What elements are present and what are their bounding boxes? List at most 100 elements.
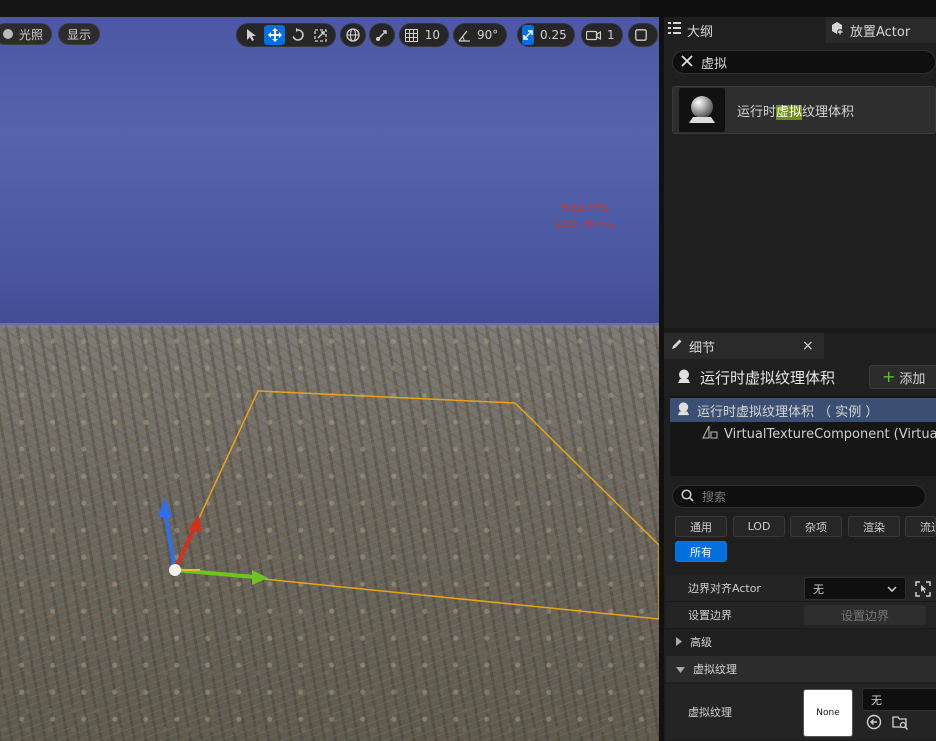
details-search-input[interactable]: 搜索 [672,485,926,508]
filter-rendering[interactable]: 渲染 [848,516,900,537]
filter-all[interactable]: 所有 [675,541,727,562]
level-viewport[interactable]: 光照 显示 10 90° 0.25 1 6.63 FPS 150.76 ms [0,17,659,741]
browse-asset-icon[interactable] [892,714,909,733]
virtual-texture-component-icon [702,425,718,443]
actor-sphere-icon [676,368,692,388]
move-icon[interactable] [264,25,285,45]
filter-rendering-label: 渲染 [863,520,885,534]
surface-snap-toggle[interactable] [369,23,395,47]
select-icon[interactable] [241,25,262,45]
tab-details[interactable]: 细节 × [664,333,824,359]
result-prefix: 运行时 [737,104,777,120]
angle-icon [458,25,471,45]
chevron-right-icon [676,636,682,649]
component-row-instance[interactable]: 运行时虚拟纹理体积 （ 实例 ） [670,398,936,422]
search-icon [681,488,694,505]
filter-all-label: 所有 [690,545,712,559]
virtual-texture-prop-label: 虚拟纹理 [688,706,732,719]
close-details-icon[interactable]: × [802,338,814,354]
filter-general[interactable]: 通用 [675,516,727,537]
maximize-viewport-button[interactable] [628,23,658,47]
instance-actor-icon [676,401,691,420]
pencil-icon [670,338,683,355]
maximize-icon [630,25,652,45]
bounds-align-dropdown[interactable]: 无 [804,577,906,600]
set-bounds-button[interactable]: 设置边界 [804,605,926,625]
advanced-label: 高级 [690,636,712,649]
outliner-result-item[interactable]: 运行时虚拟纹理体积 [672,86,936,134]
selected-actor-header: 运行时虚拟纹理体积 [676,367,835,388]
details-search-placeholder: 搜索 [702,490,727,504]
camera-speed-group[interactable]: 1 [581,23,623,47]
filter-misc-label: 杂项 [805,520,827,534]
grid-icon [404,25,419,45]
virtual-texture-thumbnail-label: None [816,708,840,718]
chevron-down-icon [887,582,897,595]
set-bounds-button-label: 设置边界 [840,608,889,623]
filter-lod[interactable]: LOD [733,516,785,537]
outliner-search-input[interactable]: 虚拟 [672,50,936,74]
virtual-texture-section-label: 虚拟纹理 [693,663,737,676]
volume-bounds-outline [173,390,659,620]
show-menu-button[interactable]: 显示 [58,23,101,45]
filter-general-label: 通用 [690,520,712,534]
rotate-icon[interactable] [287,25,308,45]
scale-snap-group[interactable]: 0.25 [517,23,575,47]
filter-misc[interactable]: 杂项 [790,516,842,537]
filter-lod-label: LOD [747,520,771,533]
bounds-align-label: 边界对齐Actor [688,582,761,595]
result-highlight: 虚拟 [776,104,803,120]
details-tab-label: 细节 [689,340,716,356]
transform-tools [236,23,336,47]
tab-place-actor[interactable]: 放置Actor [826,17,936,43]
frame-time-value: 150.76 ms [555,217,615,230]
camera-icon [586,25,601,45]
plus-icon: + [882,367,896,386]
window-top-strip [0,0,936,17]
pick-actor-icon[interactable] [912,578,934,600]
grid-snap-value: 10 [424,28,440,42]
tab-outliner[interactable]: 大纲 [668,17,713,43]
set-bounds-label: 设置边界 [688,609,732,622]
sphere-actor-icon [679,88,725,132]
globe-icon [342,25,364,45]
add-component-button[interactable]: + 添加 [869,365,936,389]
use-selected-icon[interactable] [866,714,882,733]
bounds-align-value: 无 [813,582,824,596]
angle-snap-value: 90° [477,28,499,42]
component-row-label: VirtualTextureComponent (VirtualTex [724,426,936,442]
section-advanced[interactable]: 高级 [666,629,936,655]
selected-actor-title: 运行时虚拟纹理体积 [700,369,836,387]
outliner-icon [668,22,681,38]
outliner-tab-label: 大纲 [687,24,714,40]
angle-snap-group[interactable]: 90° [453,23,507,47]
filter-streaming[interactable]: 流送 [905,516,936,537]
camera-speed-value: 1 [607,28,615,42]
chevron-down-section-icon [676,663,685,676]
virtual-texture-thumbnail[interactable]: None [803,689,853,737]
viewport-overlay [158,390,659,620]
grid-snap-group[interactable]: 10 [399,23,449,47]
lighting-mode-button[interactable]: 光照 [0,23,53,45]
world-local-toggle[interactable] [340,23,366,47]
tab-bar-dark [640,0,936,17]
surface-snap-icon [371,25,393,45]
result-suffix: 纹理体积 [802,104,855,120]
place-actor-label: 放置Actor [850,24,911,40]
clear-search-icon[interactable] [681,54,693,70]
result-label: 运行时虚拟纹理体积 [737,101,854,120]
scale-snap-value: 0.25 [540,28,567,42]
place-actor-icon [830,21,844,39]
virtual-texture-asset-dropdown[interactable]: 无 [862,688,936,711]
instance-row-label: 运行时虚拟纹理体积 （ 实例 ） [697,404,879,420]
component-row-virtual-texture[interactable]: VirtualTextureComponent (VirtualTex [670,422,936,446]
section-virtual-texture[interactable]: 虚拟纹理 [666,656,936,682]
lighting-icon [3,29,13,39]
scale-snap-icon [522,25,534,45]
scale-icon[interactable] [310,25,331,45]
virtual-texture-value: 无 [871,693,882,707]
lighting-label: 光照 [19,27,44,42]
fps-value: 6.63 FPS [561,201,609,214]
fps-stats: 6.63 FPS 150.76 ms [540,200,630,232]
transform-gizmo[interactable] [158,497,268,585]
